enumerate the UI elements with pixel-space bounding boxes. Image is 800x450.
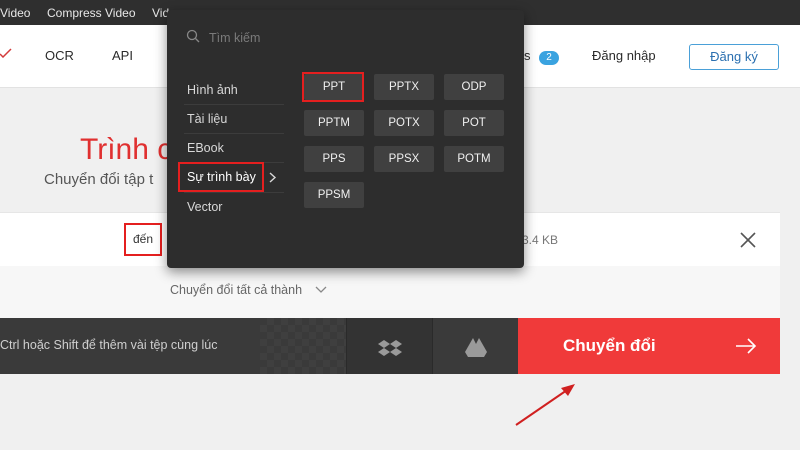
topbar-item-compress-video[interactable]: Compress Video	[47, 6, 136, 20]
dropbox-button[interactable]	[346, 318, 433, 374]
chevron-right-icon	[269, 172, 277, 183]
format-pps[interactable]: PPS	[304, 146, 364, 172]
file-size: 3.4 KB	[522, 233, 559, 247]
topbar-item-video[interactable]: Video	[0, 6, 30, 20]
selected-format-highlight	[302, 72, 364, 102]
category-divider	[184, 133, 284, 134]
format-dropdown: Hình ảnh Tài liệu EBook Sự trình bày Vec…	[167, 10, 524, 268]
format-pptx[interactable]: PPTX	[374, 74, 434, 100]
nav-jobs[interactable]: s	[524, 48, 531, 63]
convert-button-label: Chuyển đổi	[563, 336, 656, 355]
arrow-right-icon	[736, 338, 757, 354]
format-potm[interactable]: POTM	[444, 146, 504, 172]
search-icon	[186, 29, 200, 43]
upload-bar: Ctrl hoặc Shift để thêm vài tệp cùng lúc…	[0, 318, 780, 374]
category-ebook[interactable]: EBook	[187, 141, 224, 155]
to-label-highlight	[124, 223, 162, 256]
category-divider	[184, 192, 284, 193]
logo-check-icon	[0, 48, 12, 58]
nav-ocr[interactable]: OCR	[45, 48, 74, 63]
category-document[interactable]: Tài liệu	[187, 112, 227, 126]
nav-api[interactable]: API	[112, 48, 133, 63]
chevron-down-icon[interactable]	[315, 286, 327, 294]
register-button[interactable]: Đăng ký	[689, 44, 779, 70]
convert-all-dropdown[interactable]: Chuyển đổi tất cả thành	[170, 283, 302, 297]
dropbox-icon	[378, 340, 402, 356]
annotation-arrow-icon	[515, 384, 575, 426]
format-pot[interactable]: POT	[444, 110, 504, 136]
login-link[interactable]: Đăng nhập	[592, 48, 656, 63]
format-odp[interactable]: ODP	[444, 74, 504, 100]
format-search-input[interactable]	[207, 27, 491, 49]
remove-file-close-icon[interactable]	[738, 230, 758, 250]
format-ppsx[interactable]: PPSX	[374, 146, 434, 172]
google-drive-icon	[465, 338, 487, 357]
drop-area-pattern	[260, 318, 350, 374]
google-drive-button[interactable]	[432, 318, 519, 374]
jobs-count-badge: 2	[539, 51, 559, 65]
selected-category-highlight	[178, 162, 264, 192]
format-potx[interactable]: POTX	[374, 110, 434, 136]
page-title: Trình c	[80, 133, 173, 166]
format-pptm[interactable]: PPTM	[304, 110, 364, 136]
format-ppsm[interactable]: PPSM	[304, 182, 364, 208]
multi-select-hint: Ctrl hoặc Shift để thêm vài tệp cùng lúc	[0, 338, 218, 352]
convert-button[interactable]: Chuyển đổi	[518, 318, 780, 374]
convert-all-row: Chuyển đổi tất cả thành	[0, 266, 780, 319]
category-image[interactable]: Hình ảnh	[187, 83, 238, 97]
category-divider	[184, 104, 284, 105]
category-vector[interactable]: Vector	[187, 200, 222, 214]
page-subtitle: Chuyển đổi tập t	[44, 171, 154, 188]
